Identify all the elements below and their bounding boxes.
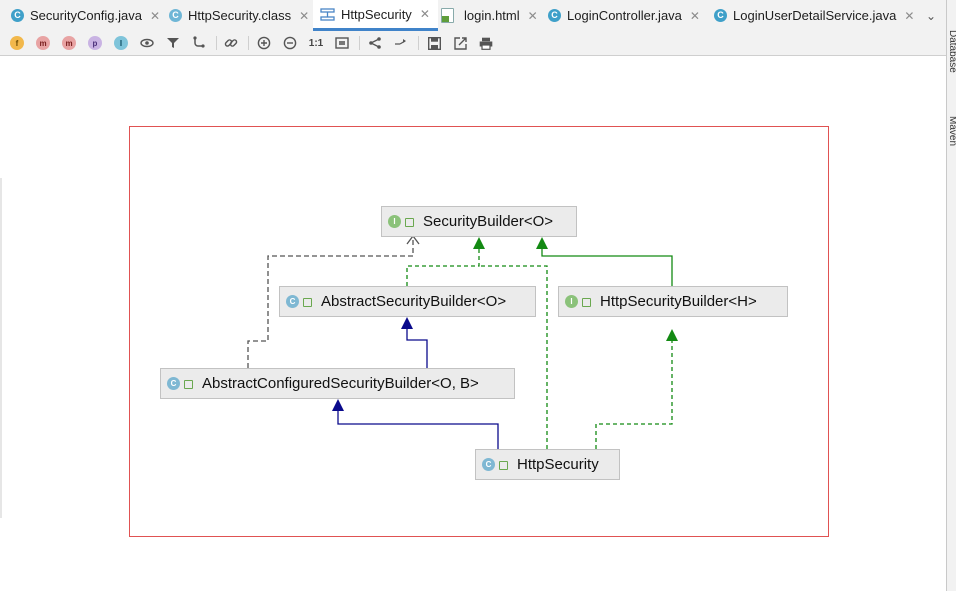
node-abstract-security-builder[interactable]: C AbstractSecurityBuilder<O> (279, 286, 536, 317)
lock-icon (499, 461, 508, 470)
lock-icon (303, 298, 312, 307)
node-abstract-configured-security-builder[interactable]: C AbstractConfiguredSecurityBuilder<O, B… (160, 368, 515, 399)
lock-icon (184, 380, 193, 389)
edge-http-security-builder-extends (541, 244, 673, 286)
node-label: AbstractSecurityBuilder<O> (321, 293, 507, 310)
arrowhead-extends (332, 399, 344, 411)
edge-http-security-extends (337, 408, 499, 449)
node-label: SecurityBuilder<O> (423, 213, 554, 230)
edge-abstract-security-builder-implements (406, 244, 480, 286)
arrowhead-implements (536, 237, 548, 249)
interface-icon: I (388, 215, 401, 228)
node-http-security[interactable]: C HttpSecurity (475, 449, 620, 480)
abstract-class-icon: C (167, 377, 180, 390)
lock-icon (405, 218, 414, 227)
database-panel-tab[interactable]: Database (947, 30, 956, 73)
arrowhead-extends (401, 317, 413, 329)
maven-panel-tab[interactable]: Maven (947, 116, 956, 146)
node-security-builder[interactable]: I SecurityBuilder<O> (381, 206, 577, 237)
node-label: AbstractConfiguredSecurityBuilder<O, B> (202, 375, 479, 392)
abstract-class-icon: C (286, 295, 299, 308)
interface-icon: I (565, 295, 578, 308)
arrowhead-implements (473, 237, 485, 249)
edge-http-security-implements-http-security-builder (595, 338, 673, 449)
arrowhead-implements (666, 329, 678, 341)
node-label: HttpSecurity (517, 456, 599, 473)
lock-icon (582, 298, 591, 307)
node-label: HttpSecurityBuilder<H> (600, 293, 757, 310)
node-http-security-builder[interactable]: I HttpSecurityBuilder<H> (558, 286, 788, 317)
edge-abstract-configured-extends (406, 326, 428, 368)
right-tool-window-strip: Database Maven (946, 0, 956, 591)
class-icon: C (482, 458, 495, 471)
